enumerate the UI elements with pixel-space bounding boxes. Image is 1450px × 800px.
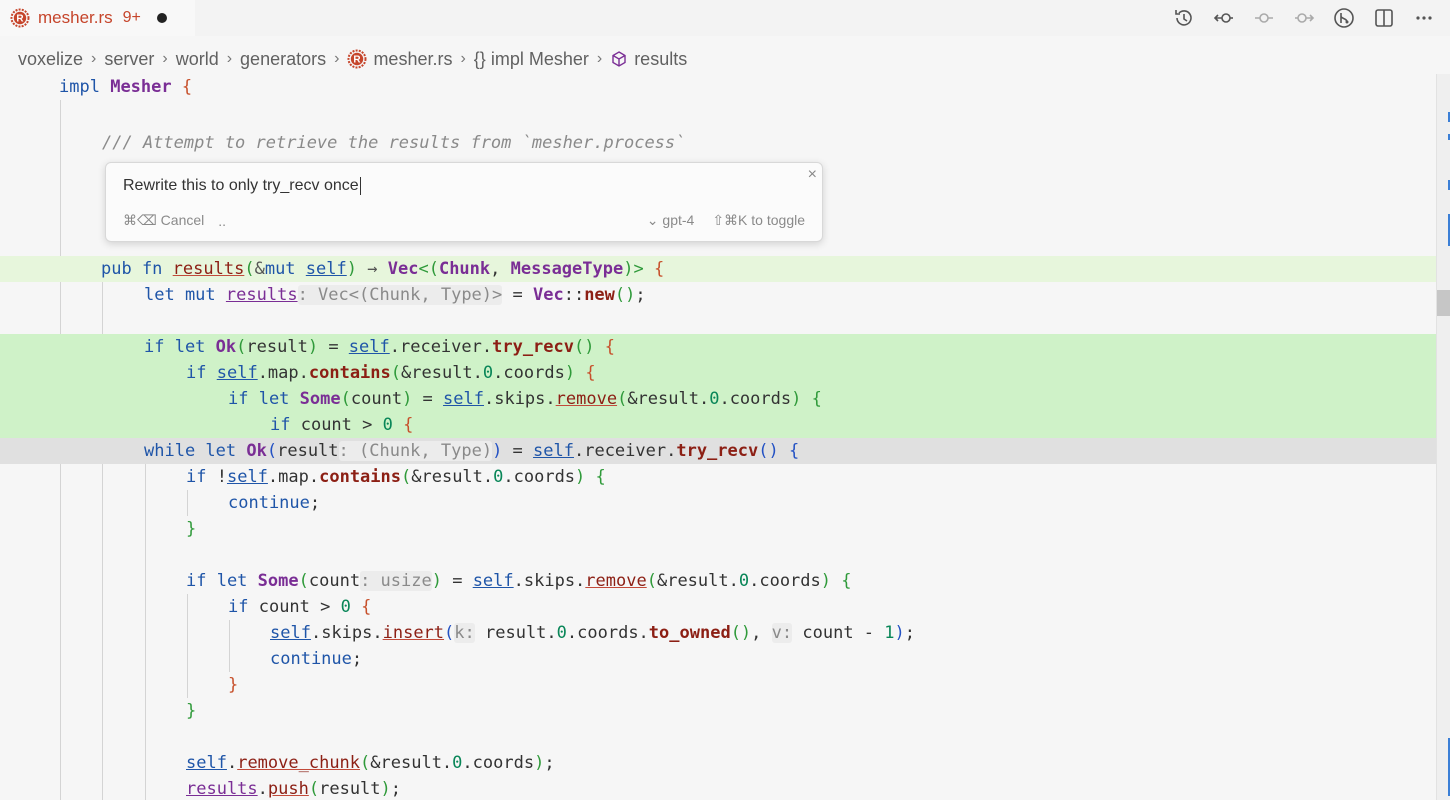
code-line: if let Some(count: usize) = self.skips.r… [186, 571, 852, 591]
go-back-icon[interactable] [1212, 6, 1236, 30]
code-line: if !self.map.contains(&result.0.coords) … [186, 467, 606, 487]
code-line: self.skips.insert(k: result.0.coords.to_… [270, 623, 916, 643]
doc-comment: /// Attempt to retrieve the results from… [102, 133, 686, 153]
git-commit-icon[interactable] [1252, 6, 1276, 30]
chevron-right-icon: › [460, 50, 466, 67]
chevron-down-icon: ⌄ [646, 212, 663, 228]
chevron-right-icon: › [226, 50, 233, 67]
code-line: impl Mesher { [59, 77, 193, 97]
svg-text:R: R [354, 55, 362, 66]
code-line: if let Some(count) = self.skips.remove(&… [0, 386, 1436, 412]
code-line: } [228, 675, 239, 695]
editor-actions [1172, 6, 1436, 30]
text-caret [359, 177, 361, 195]
code-line: if count > 0 { [0, 412, 1436, 438]
git-merge-icon[interactable] [1332, 6, 1356, 30]
code-line: } [186, 701, 197, 721]
history-icon[interactable] [1172, 6, 1196, 30]
breadcrumb-item-method[interactable]: results [610, 49, 687, 70]
breadcrumb-item-impl[interactable]: {} impl Mesher [474, 49, 589, 70]
code-line: results.push(result); [186, 779, 402, 799]
code-line: self.remove_chunk(&result.0.coords); [186, 753, 555, 773]
prompt-footer: ⌘⌫ Cancel .. ⌄ gpt-4 ⇧⌘K to toggle [123, 212, 805, 229]
breadcrumb-method-label: results [634, 48, 688, 69]
more-icon[interactable] [1412, 6, 1436, 30]
model-select[interactable]: ⌄ gpt-4 [647, 212, 695, 229]
code-line: } [186, 519, 197, 539]
code-line: let mut results: Vec<(Chunk, Type)> = Ve… [144, 285, 646, 305]
breadcrumb-item-voxelize[interactable]: voxelize [18, 49, 83, 70]
split-editor-icon[interactable] [1372, 6, 1396, 30]
inline-edit-prompt: Rewrite this to only try_recv once × ⌘⌫ … [105, 162, 823, 242]
svg-text:R: R [16, 14, 24, 25]
code-line: if let Ok(result) = self.receiver.try_re… [0, 334, 1436, 360]
cancel-button[interactable]: ⌘⌫ Cancel [123, 212, 204, 229]
code-line: continue; [228, 493, 321, 513]
go-forward-icon[interactable] [1292, 6, 1316, 30]
prompt-input[interactable]: Rewrite this to only try_recv once [123, 177, 783, 195]
tab-mesher-rs[interactable]: R mesher.rs 9+ [0, 0, 195, 36]
chevron-right-icon: › [334, 50, 340, 67]
method-cube-icon [612, 51, 626, 67]
chevron-right-icon: › [596, 50, 603, 67]
problems-badge: 9+ [122, 9, 141, 26]
code-line: continue; [270, 649, 363, 669]
code-line: pub fn results(&mut self) → Vec<(Chunk, … [0, 256, 1436, 282]
breadcrumb-item-generators[interactable]: generators [240, 49, 326, 70]
close-icon[interactable]: × [808, 166, 817, 184]
tab-bar: R mesher.rs 9+ [0, 0, 1450, 36]
code-line: /// Attempt to retrieve the results from… [0, 130, 1436, 156]
rust-icon: R [10, 8, 30, 28]
breadcrumb-item-server[interactable]: server [104, 49, 154, 70]
breadcrumb: voxelize › server › world › generators ›… [18, 46, 687, 72]
toggle-shortcut-hint: ⇧⌘K to toggle [712, 212, 805, 228]
tab-title: mesher.rs [38, 8, 113, 27]
unsaved-dot-icon[interactable] [156, 13, 167, 23]
more-options-dots[interactable]: .. [218, 213, 226, 229]
breadcrumb-item-world[interactable]: world [176, 49, 219, 70]
chevron-right-icon: › [162, 50, 168, 67]
chevron-right-icon: › [91, 50, 97, 67]
code-line: if self.map.contains(&result.0.coords) { [0, 360, 1436, 386]
code-line: while let Ok(result: (Chunk, Type)) = se… [0, 438, 1436, 464]
breadcrumb-item-file[interactable]: R mesher.rs [347, 49, 452, 70]
breadcrumb-file-label: mesher.rs [373, 48, 453, 69]
vertical-scrollbar[interactable] [1436, 74, 1450, 800]
code-line: if count > 0 { [228, 597, 372, 617]
scrollbar-thumb[interactable] [1437, 290, 1450, 316]
rust-icon: R [347, 49, 367, 69]
